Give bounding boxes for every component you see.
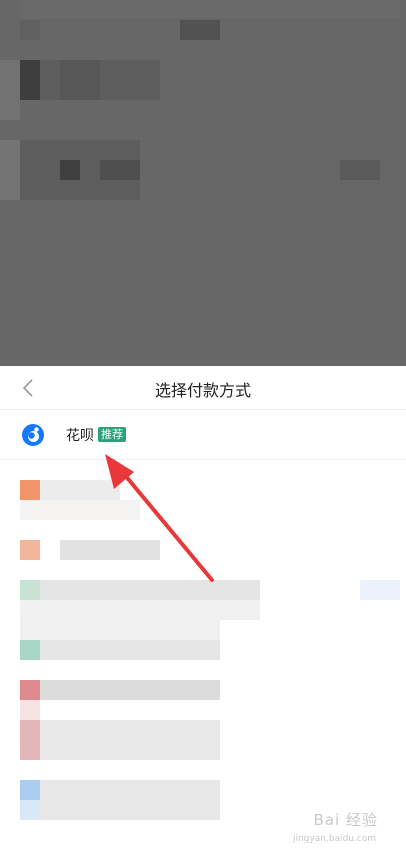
blurred-block — [20, 640, 220, 660]
blurred-block — [20, 540, 40, 560]
blurred-block — [20, 680, 220, 700]
watermark: Bai 经验 — [313, 811, 378, 829]
blurred-block — [20, 480, 40, 500]
blurred-block — [20, 780, 40, 800]
dimmed-background — [0, 0, 406, 366]
sheet-title: 选择付款方式 — [154, 381, 251, 400]
payment-option-huabei[interactable]: 花呗 推荐 — [0, 410, 406, 460]
blurred-block — [180, 20, 220, 40]
blurred-payment-options — [0, 460, 406, 848]
blurred-block — [0, 140, 20, 200]
blurred-block — [360, 580, 400, 600]
blurred-block — [20, 800, 40, 820]
blurred-block — [340, 160, 380, 180]
blurred-block — [20, 0, 400, 18]
blurred-block — [20, 680, 40, 700]
blurred-block — [20, 600, 260, 620]
blurred-block — [100, 160, 140, 180]
blurred-block — [20, 720, 40, 760]
watermark-sub: jingyan.baidu.com — [292, 834, 376, 844]
huabei-logo-icon — [20, 422, 46, 448]
recommended-badge: 推荐 — [98, 427, 126, 442]
blurred-block — [20, 60, 40, 100]
blurred-block — [20, 720, 220, 760]
blurred-block — [40, 480, 120, 500]
blurred-block — [20, 580, 40, 600]
blurred-block — [20, 640, 40, 660]
sheet-header: 选择付款方式 — [0, 366, 406, 410]
payment-method-sheet: 选择付款方式 花呗 推荐 Bai 经验 jingyan.baidu.com — [0, 366, 406, 848]
blurred-block — [0, 60, 20, 120]
blurred-block — [20, 700, 40, 720]
blurred-block — [20, 500, 140, 520]
blurred-block — [20, 780, 220, 820]
blurred-block — [60, 160, 80, 180]
blurred-block — [20, 620, 220, 640]
blurred-block — [60, 60, 100, 100]
blurred-block — [60, 540, 160, 560]
blurred-block — [20, 20, 40, 40]
blurred-block — [20, 580, 260, 600]
payment-option-label: 花呗 — [66, 427, 94, 444]
